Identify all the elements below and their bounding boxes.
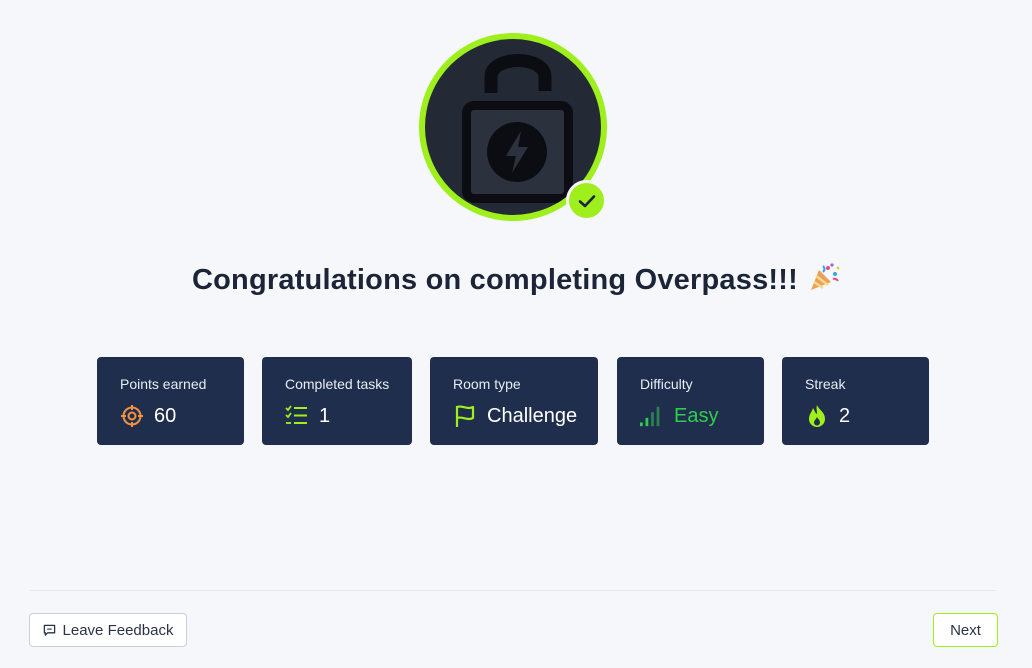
footer-divider: [30, 590, 996, 591]
signal-bars-icon: [640, 404, 664, 428]
message-square-icon: [43, 624, 55, 636]
stat-card-streak: Streak 2: [782, 357, 929, 445]
stat-card-points: Points earned 60: [97, 357, 244, 445]
check-icon: [578, 194, 595, 207]
target-icon: [120, 404, 144, 428]
leave-feedback-label: Leave Feedback: [62, 621, 174, 639]
stat-value: 1: [319, 404, 331, 427]
stat-label: Streak: [805, 376, 846, 392]
stat-label: Completed tasks: [285, 376, 390, 392]
stat-value: Challenge: [487, 404, 578, 427]
stat-label: Room type: [453, 376, 521, 392]
flag-icon: [453, 404, 477, 428]
flame-icon: [805, 404, 829, 428]
next-button[interactable]: Next: [933, 613, 998, 647]
stat-card-difficulty: Difficulty Easy: [617, 357, 764, 445]
stat-value: Easy: [674, 404, 719, 427]
stat-card-room-type: Room type Challenge: [430, 357, 598, 445]
party-popper-icon: [808, 262, 840, 300]
completion-title: Congratulations on completing Overpass!!…: [192, 264, 798, 296]
stat-label: Difficulty: [640, 376, 693, 392]
task-list-icon: [285, 404, 309, 428]
stat-card-completed-tasks: Completed tasks 1: [262, 357, 412, 445]
completion-heading: Congratulations on completing Overpass!!…: [0, 262, 1032, 300]
next-label: Next: [950, 621, 981, 639]
leave-feedback-button[interactable]: Leave Feedback: [29, 613, 187, 647]
stat-label: Points earned: [120, 376, 207, 392]
completed-check-badge: [566, 180, 607, 221]
stat-value: 2: [839, 404, 851, 427]
room-complete-page: Congratulations on completing Overpass!!…: [0, 0, 1032, 668]
stat-value: 60: [154, 404, 177, 427]
